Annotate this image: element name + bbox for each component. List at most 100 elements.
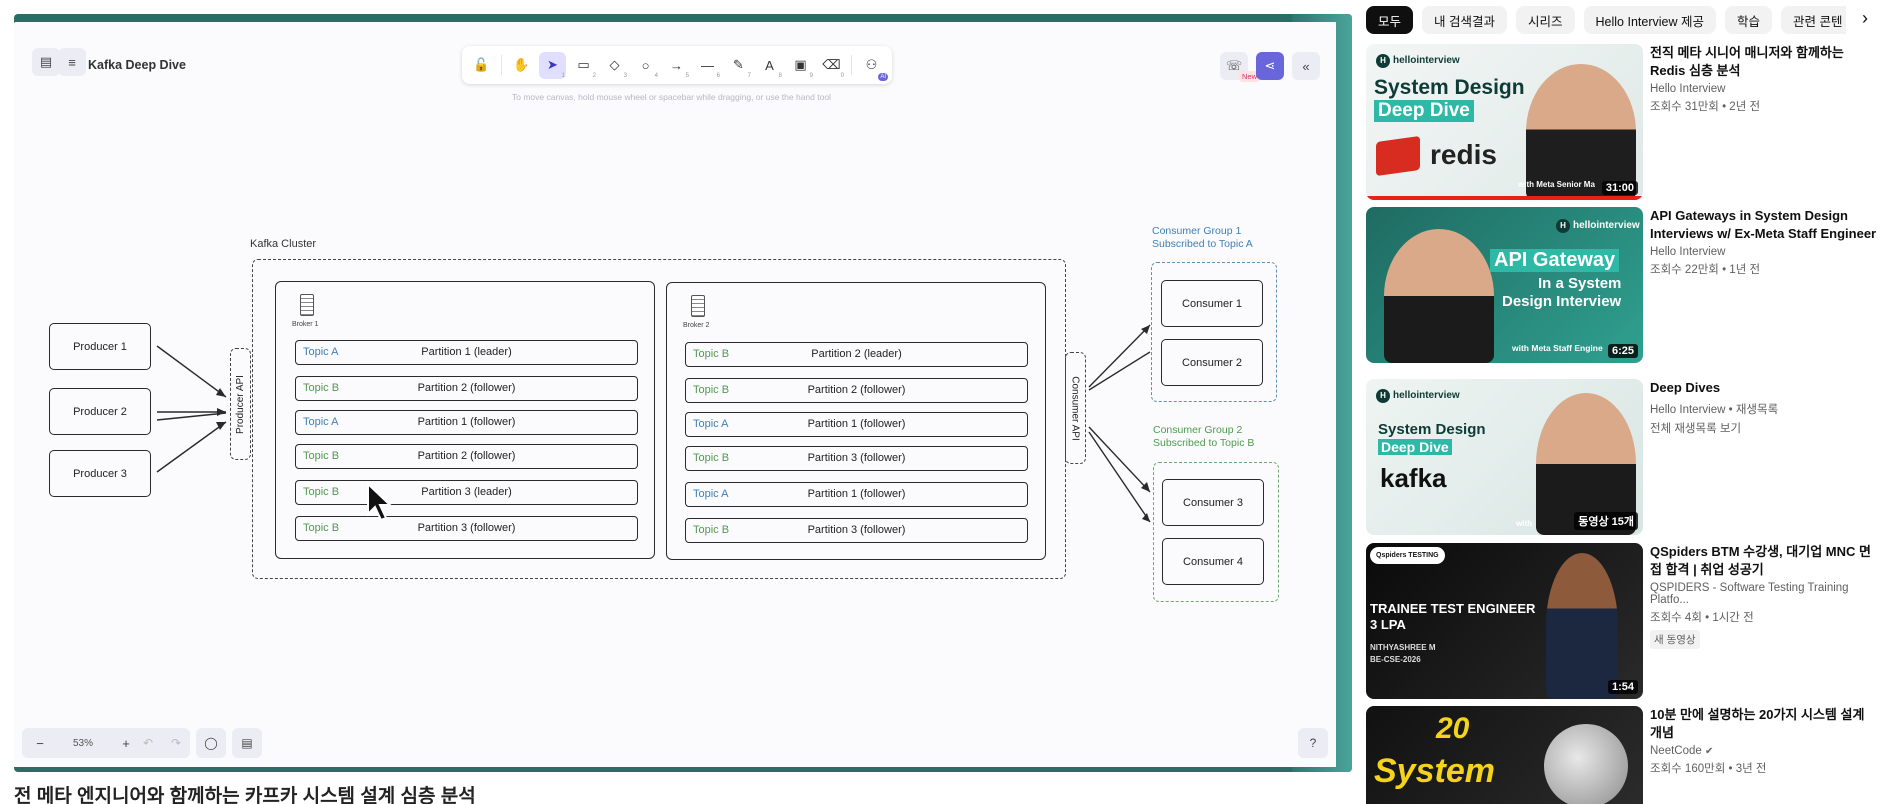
video-title[interactable]: QSpiders BTM 수강생, 대기업 MNC 면접 합격 | 취업 성공기 xyxy=(1650,543,1878,578)
partition-row[interactable]: Partition 1 (leader) Topic A xyxy=(295,340,638,365)
thumbnail[interactable]: hellointerview System Design Deep Dive r… xyxy=(1366,44,1643,200)
channel-name[interactable]: Hello Interview xyxy=(1650,246,1878,258)
thumb-line1: 20 xyxy=(1436,712,1470,745)
thumb-footer: with xyxy=(1516,519,1532,528)
excalidraw-canvas[interactable]: ▤ ≡ Kafka Deep Dive 🔓 ✋ ➤ 1 ▭ 2 ◇ 3 ○ 4 → 5—6 ✎ 7 A 8 ▣ 9… xyxy=(14,22,1336,767)
partition-row[interactable]: Partition 1 (follower) Topic A xyxy=(685,412,1028,437)
producer-2-box[interactable]: Producer 2 xyxy=(49,388,151,435)
partition-row[interactable]: Partition 1 (follower) Topic A xyxy=(295,410,638,435)
related-video-2[interactable]: hellointerview API Gateway In a System D… xyxy=(1366,207,1880,363)
server-icon xyxy=(691,295,705,317)
producer-1-box[interactable]: Producer 1 xyxy=(49,323,151,370)
help-icon[interactable]: ? xyxy=(1298,728,1328,758)
consumer-1-box[interactable]: Consumer 1 xyxy=(1161,280,1263,327)
thumb-line2: System xyxy=(1374,752,1495,790)
related-video-1[interactable]: hellointerview System Design Deep Dive r… xyxy=(1366,44,1880,200)
playlist-count-badge: 동영상 15개 xyxy=(1574,512,1638,530)
hellointerview-logo: hellointerview xyxy=(1556,219,1640,233)
group-2-line1: Consumer Group 2 xyxy=(1153,424,1243,436)
channel-name[interactable]: NeetCode ✔ xyxy=(1650,745,1878,757)
zoom-out-button[interactable]: − xyxy=(22,736,58,751)
thumb-line2: Deep Dive xyxy=(1378,439,1452,455)
thumbnail[interactable]: Qspiders TESTING TRAINEE TEST ENGINEER 3… xyxy=(1366,543,1643,699)
broker-1-label: Broker 1 xyxy=(292,321,319,328)
producer-3-box[interactable]: Producer 3 xyxy=(49,450,151,497)
partition-row[interactable]: Partition 3 (leader) Topic B xyxy=(295,480,638,505)
partition-row[interactable]: Partition 3 (follower) Topic B xyxy=(295,516,638,541)
partition-name: Partition 3 (follower) xyxy=(417,522,516,534)
thumb-footer: with Meta Senior Ma xyxy=(1518,180,1595,189)
related-video-5[interactable]: 20 System 10분 만에 설명하는 20가지 시스템 설계 개념 Nee… xyxy=(1366,706,1880,804)
channel-name[interactable]: Hello Interview • 재생목록 xyxy=(1650,401,1878,417)
filter-chip[interactable]: Hello Interview 제공 xyxy=(1583,6,1716,34)
thumbnail[interactable]: hellointerview System Design Deep Dive k… xyxy=(1366,379,1643,535)
related-videos-panel: 모두 내 검색결과 시리즈 Hello Interview 제공 학습 관련 콘텐 › h… xyxy=(1366,0,1880,804)
topic-label: Topic B xyxy=(693,348,730,360)
chevron-right-icon[interactable]: › xyxy=(1862,8,1868,29)
topic-label: Topic A xyxy=(693,488,729,500)
consumer-api-box[interactable]: Consumer API xyxy=(1065,352,1086,464)
partition-row[interactable]: Partition 2 (leader) Topic B xyxy=(685,342,1028,367)
topic-label: Topic B xyxy=(693,524,730,536)
filter-chips: 모두 내 검색결과 시리즈 Hello Interview 제공 학습 관련 콘텐 xyxy=(1366,6,1846,34)
thumbnail[interactable]: hellointerview API Gateway In a System D… xyxy=(1366,207,1643,363)
consumer-4-box[interactable]: Consumer 4 xyxy=(1162,538,1264,585)
consumer-2-label: Consumer 2 xyxy=(1182,356,1242,369)
partition-name: Partition 2 (follower) xyxy=(417,450,516,462)
filter-chip[interactable]: 시리즈 xyxy=(1516,6,1575,34)
cluster-label: Kafka Cluster xyxy=(250,238,317,250)
group-2-label: Consumer Group 2 Subscribed to Topic B xyxy=(1153,424,1254,450)
consumer-4-label: Consumer 4 xyxy=(1183,555,1243,568)
producer-api-box[interactable]: Producer API xyxy=(230,348,251,460)
consumer-1-label: Consumer 1 xyxy=(1182,297,1242,310)
partition-name: Partition 1 (follower) xyxy=(417,416,516,428)
feedback-icon[interactable]: ▤ xyxy=(232,728,262,758)
video-title[interactable]: 10분 만에 설명하는 20가지 시스템 설계 개념 xyxy=(1650,706,1878,741)
undo-icon[interactable]: ↶ xyxy=(143,736,153,750)
redis-logo-icon xyxy=(1376,135,1420,177)
hellointerview-logo: hellointerview xyxy=(1376,389,1460,403)
video-title[interactable]: 전직 메타 시니어 매니저와 함께하는 Redis 심층 분석 xyxy=(1650,44,1878,79)
consumer-3-box[interactable]: Consumer 3 xyxy=(1162,479,1264,526)
producer-api-label: Producer API xyxy=(235,374,247,434)
duration-badge: 1:54 xyxy=(1607,680,1638,694)
view-full-playlist-link[interactable]: 전체 재생목록 보기 xyxy=(1650,420,1878,436)
broker-2-label: Broker 2 xyxy=(683,322,710,329)
filter-chip[interactable]: 내 검색결과 xyxy=(1422,6,1507,34)
topic-label: Topic A xyxy=(303,346,339,358)
topic-label: Topic B xyxy=(693,452,730,464)
undo-redo-group: ↶ ↷ xyxy=(134,728,190,758)
group-1-line1: Consumer Group 1 xyxy=(1152,225,1242,237)
topic-label: Topic B xyxy=(693,384,730,396)
channel-name-text: NeetCode xyxy=(1650,745,1702,757)
partition-row[interactable]: Partition 2 (follower) Topic B xyxy=(295,444,638,469)
producer-1-label: Producer 1 xyxy=(73,340,127,353)
partition-row[interactable]: Partition 2 (follower) Topic B xyxy=(295,376,638,401)
video-title[interactable]: Deep Dives xyxy=(1650,379,1878,397)
thumbnail[interactable]: 20 System xyxy=(1366,706,1643,804)
partition-row[interactable]: Partition 2 (follower) Topic B xyxy=(685,378,1028,403)
related-playlist[interactable]: hellointerview System Design Deep Dive k… xyxy=(1366,379,1880,535)
partition-name: Partition 3 (leader) xyxy=(421,486,512,498)
partition-row[interactable]: Partition 1 (follower) Topic A xyxy=(685,482,1028,507)
comment-icon[interactable]: ◯ xyxy=(196,728,226,758)
partition-row[interactable]: Partition 3 (follower) Topic B xyxy=(685,518,1028,543)
filter-chip[interactable]: 모두 xyxy=(1366,6,1414,34)
filter-chip[interactable]: 학습 xyxy=(1724,6,1772,34)
related-video-4[interactable]: Qspiders TESTING TRAINEE TEST ENGINEER 3… xyxy=(1366,543,1880,699)
consumer-api-label: Consumer API xyxy=(1070,375,1082,441)
zoom-controls: − 53% + xyxy=(22,728,144,758)
consumer-2-box[interactable]: Consumer 2 xyxy=(1161,339,1263,386)
redo-icon[interactable]: ↷ xyxy=(171,736,181,750)
video-title[interactable]: API Gateways in System Design Interviews… xyxy=(1650,207,1878,242)
thumb-line2: In a System xyxy=(1538,275,1622,292)
filter-chip[interactable]: 관련 콘텐 xyxy=(1780,6,1846,34)
thumb-line2: 3 LPA xyxy=(1370,617,1406,632)
partition-row[interactable]: Partition 3 (follower) Topic B xyxy=(685,446,1028,471)
group-1-label: Consumer Group 1 Subscribed to Topic A xyxy=(1152,225,1253,251)
zoom-level[interactable]: 53% xyxy=(58,738,108,749)
channel-name[interactable]: Hello Interview xyxy=(1650,83,1878,95)
video-player[interactable]: ▤ ≡ Kafka Deep Dive 🔓 ✋ ➤ 1 ▭ 2 ◇ 3 ○ 4 → 5—6 ✎ 7 A 8 ▣ 9… xyxy=(14,14,1352,772)
channel-name[interactable]: QSPIDERS - Software Testing Training Pla… xyxy=(1650,582,1878,606)
watch-progress-bar xyxy=(1366,196,1643,200)
